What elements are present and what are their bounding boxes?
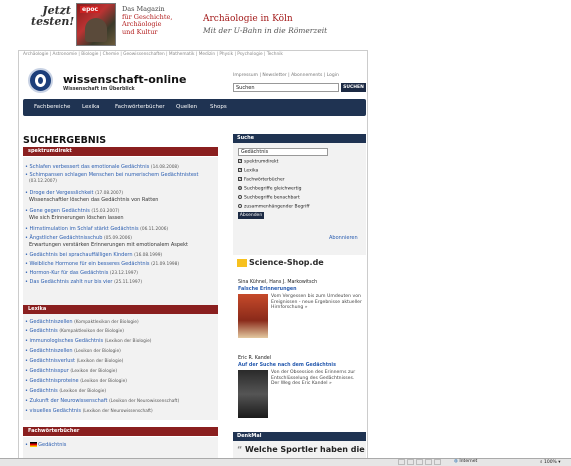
status-cell <box>425 459 432 465</box>
site-name[interactable]: wissenschaft-online <box>63 73 186 86</box>
result-item[interactable]: • Gedächtnis bei sprachauffälligen Kinde… <box>25 252 162 259</box>
book-title[interactable]: Auf der Suche nach dem Gedächtnis <box>238 363 336 368</box>
globe-icon: ◍ <box>454 459 458 464</box>
lexikon-item[interactable]: • Gedächtnisspur (Lexikon der Biologie) <box>25 368 117 375</box>
denkmal-heading: DenkMal <box>233 432 366 441</box>
abonnieren-link[interactable]: Abonnieren <box>329 235 358 241</box>
fachwoerterbuecher-box <box>23 437 218 459</box>
section-heading-lexika: Lexika <box>23 305 218 314</box>
absenden-button[interactable]: Absenden <box>238 212 264 219</box>
result-item[interactable]: • Weibliche Hormone für ein besseres Ged… <box>25 261 179 268</box>
site-tagline: Wissenschaft im Überblick <box>63 87 135 92</box>
section-heading-fachwoerterbuecher: Fachwörterbücher <box>23 427 218 436</box>
cover-portrait <box>85 18 107 42</box>
result-item[interactable]: • Schimpansen schlagen Menschen bei nume… <box>25 172 199 185</box>
book-description: Vom Vergessen bis zum Umdeuten von Ereig… <box>271 294 362 310</box>
result-item[interactable]: • Schlafen verbessert das emotionale Ged… <box>25 164 179 171</box>
lexikon-item[interactable]: • Zukunft der Neurowissenschaft (Lexikon… <box>25 398 179 405</box>
lexikon-item[interactable]: • Gedächtniszellen (Kompaktlexikon der B… <box>25 319 139 326</box>
lexikon-item[interactable]: • Gedächtnis (Kompaktlexikon der Biologi… <box>25 328 124 335</box>
status-cell <box>407 459 414 465</box>
result-item[interactable]: • Das Gedächtnis zahlt nur bis vier (25.… <box>25 279 142 286</box>
security-zone[interactable]: ◍ Internet <box>454 459 477 464</box>
checkbox-spektrumdirekt[interactable]: ✓ spektrumdirekt <box>238 159 278 165</box>
nav-lexika[interactable]: Lexika <box>82 104 100 110</box>
main-nav: Fachbereiche Lexika Fachwörterbücher Que… <box>23 99 366 116</box>
book-title[interactable]: Falsche Erinnerungen <box>238 287 297 292</box>
flag-de-icon <box>29 442 37 447</box>
ad-title[interactable]: Archäologie in Köln <box>203 14 293 24</box>
radio-benachbart[interactable]: Suchbegriffe benachbart <box>238 195 300 201</box>
status-cell <box>434 459 441 465</box>
site-search-input[interactable]: Suchen <box>233 83 339 92</box>
result-item[interactable]: • Hirnstimulation im Schlaf stärkt Gedäc… <box>25 226 168 233</box>
result-item[interactable]: • Hormon-Kur für das Gedächtnis (23.12.1… <box>25 270 138 277</box>
fachwoerterbuch-item[interactable]: • Gedächtnis <box>25 442 66 448</box>
browser-status-bar <box>0 458 571 466</box>
suche-panel-heading: Suche <box>233 134 366 143</box>
magazine-cover-image[interactable]: epoc <box>76 3 116 46</box>
book-cover-image[interactable] <box>238 370 268 418</box>
status-cell <box>398 459 405 465</box>
book-cover-image[interactable] <box>238 294 268 338</box>
checkbox-lexika[interactable]: ✓ Lexika <box>238 168 258 174</box>
site-logo-icon[interactable] <box>28 68 53 93</box>
magazine-cover-label: epoc <box>80 6 101 13</box>
zoom-level[interactable]: ⌕ 100% ▾ <box>540 459 561 465</box>
book-author: Eric R. Kandel <box>238 356 272 361</box>
page-title: SUCHERGEBNIS <box>23 135 107 146</box>
site-search-button[interactable]: SUCHEN <box>341 83 366 92</box>
ad-magazine-text: Das Magazin für Geschichte, Archäologie … <box>122 5 202 36</box>
nav-shops[interactable]: Shops <box>210 104 227 110</box>
shop-bag-icon <box>237 258 247 267</box>
ad-banner[interactable]: Jetzt testen! epoc Das Magazin für Gesch… <box>0 0 571 50</box>
lexikon-item[interactable]: • Gedächtnis (Lexikon der Biologie) <box>25 388 106 395</box>
radio-gleichwertig[interactable]: Suchbegriffe gleichwertig <box>238 186 302 192</box>
nav-fachwoerterbuecher[interactable]: Fachwörterbücher <box>115 104 165 110</box>
lexikon-item[interactable]: • Gedächtnisverlust (Lexikon der Biologi… <box>25 358 123 365</box>
denkmal-teaser[interactable]: “ Welche Sportler haben die <box>237 445 365 454</box>
lexikon-item[interactable]: • visuelles Gedächtnis (Lexikon der Neur… <box>25 408 153 415</box>
book-description: Von der Obsession des Erinnerns zur Ents… <box>271 370 356 386</box>
status-cell <box>416 459 423 465</box>
result-item[interactable]: • Droge der Vergesslichkeit (17.08.2007)… <box>25 190 158 203</box>
top-category-nav[interactable]: Archäologie | Astronomie | Biologie | Ch… <box>23 52 283 57</box>
ad-line-4: und Kultur <box>122 27 158 36</box>
nav-fachbereiche[interactable]: Fachbereiche <box>34 104 70 110</box>
lexikon-item[interactable]: • Gedächtniszellen (Lexikon der Biologie… <box>25 348 121 355</box>
science-shop-logo[interactable]: Science-Shop.de <box>237 258 324 267</box>
suche-panel-input[interactable]: Gedächtnis <box>238 148 328 156</box>
radio-zusammenhaengend[interactable]: zusammenhängender Begriff <box>238 204 309 210</box>
page-frame: Archäologie | Astronomie | Biologie | Ch… <box>18 50 368 460</box>
book-author: Sina Kühnel, Hans J. Markowitsch <box>238 280 318 285</box>
result-item[interactable]: • Ängstlicher Gedächtnisschub (05.09.200… <box>25 235 188 248</box>
nav-quellen[interactable]: Quellen <box>176 104 197 110</box>
lexikon-item[interactable]: • Gedächtnisproteine (Lexikon der Biolog… <box>25 378 127 385</box>
section-heading-spektrumdirekt: spektrumdirekt <box>23 147 218 156</box>
checkbox-fachwoerterbuecher[interactable]: ✓ Fachwörterbücher <box>238 177 285 183</box>
lexikon-item[interactable]: • immunologisches Gedächtnis (Lexikon de… <box>25 338 151 345</box>
result-item[interactable]: • Gene gegen Gedächtnis (15.03.2007) Wie … <box>25 208 124 221</box>
utility-links[interactable]: Impressum | Newsletter | Abonnements | L… <box>233 73 339 78</box>
ad-subtitle: Mit der U-Bahn in die Römerzeit <box>203 26 328 35</box>
zoom-icon: ⌕ <box>540 460 543 465</box>
ad-jetzt-testen[interactable]: Jetzt testen! <box>31 5 74 27</box>
